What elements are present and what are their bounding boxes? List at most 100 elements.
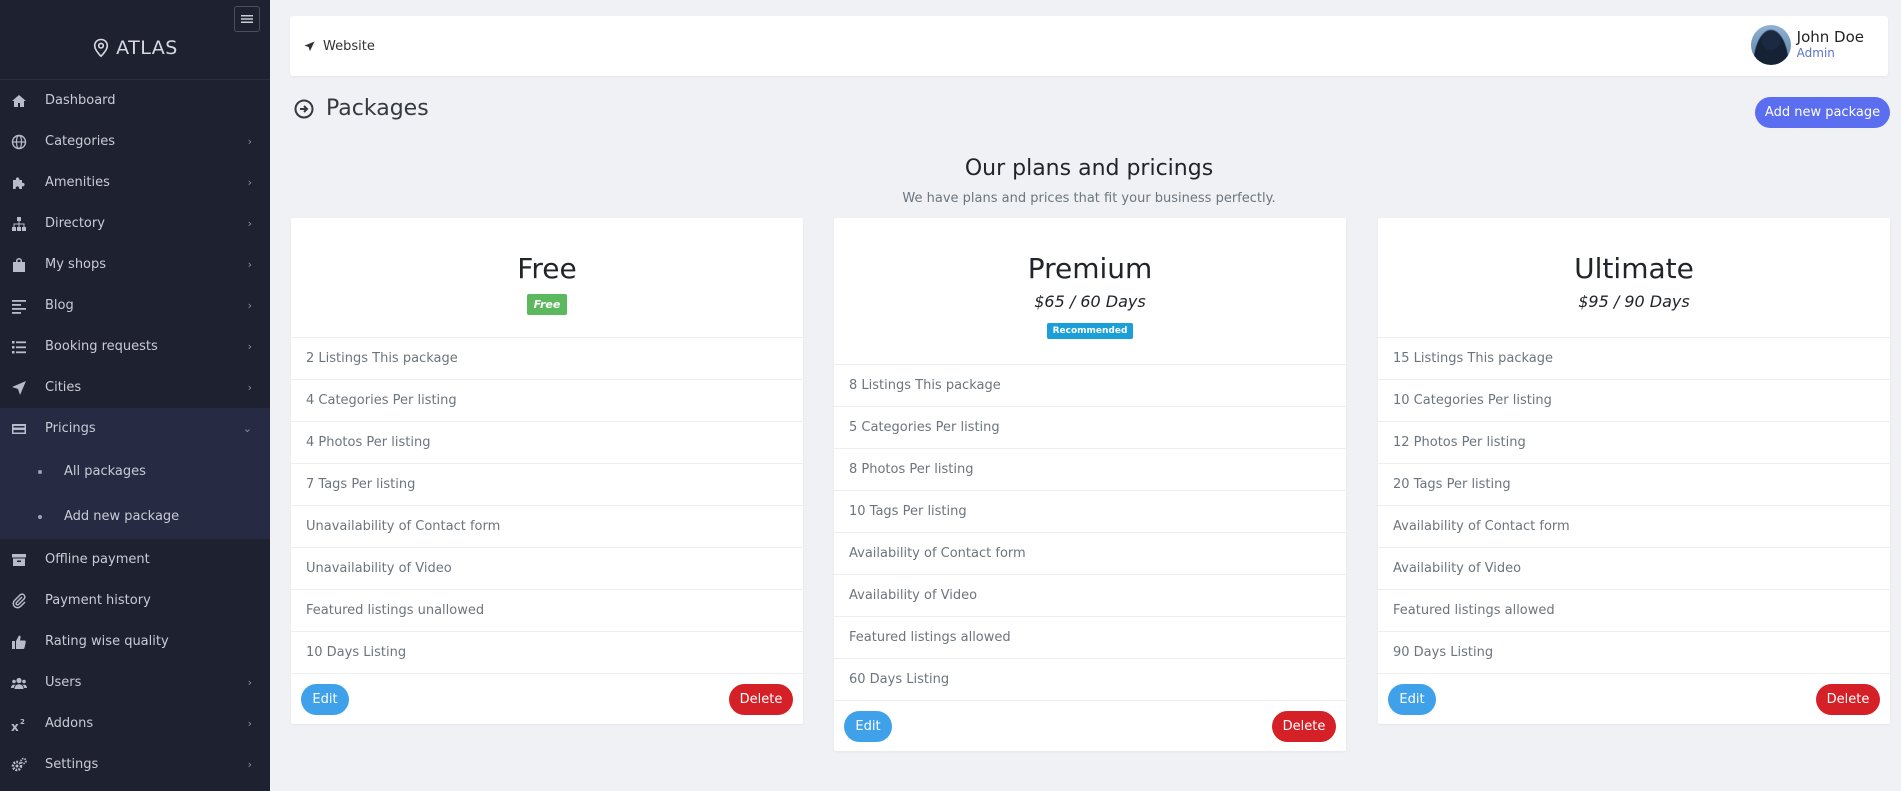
edit-button[interactable]: Edit <box>844 710 892 742</box>
avatar <box>1750 25 1791 65</box>
package-feature: 10 Categories Per listing <box>1378 380 1890 422</box>
edit-button[interactable]: Edit <box>1388 683 1436 715</box>
home-icon <box>10 92 28 110</box>
pricings-submenu: All packages Add new package <box>0 449 270 539</box>
location-arrow-icon <box>10 379 28 397</box>
paperclip-icon <box>10 592 28 610</box>
package-feature: 12 Photos Per listing <box>1378 422 1890 464</box>
package-card-free: Free Free 2 Listings This package 4 Cate… <box>291 218 803 724</box>
chevron-right-icon: › <box>247 676 252 689</box>
sidebar-subitem-all-packages[interactable]: All packages <box>0 449 270 494</box>
delete-button[interactable]: Delete <box>729 683 793 715</box>
delete-button[interactable]: Delete <box>1816 683 1880 715</box>
package-feature: Availability of Video <box>1378 548 1890 590</box>
sidebar-item-label: Addons <box>45 716 94 731</box>
edit-button[interactable]: Edit <box>301 683 349 715</box>
package-card-premium: Premium $65 / 60 Days Recommended 8 List… <box>834 218 1346 751</box>
puzzle-icon <box>10 174 28 192</box>
bullet-icon <box>38 469 42 474</box>
map-pin-icon <box>94 38 109 57</box>
package-feature: 10 Tags Per listing <box>834 491 1346 533</box>
users-icon <box>10 674 28 692</box>
sidebar-item-my-shops[interactable]: My shops › <box>0 244 270 285</box>
sidebar-item-label: Pricings <box>45 421 96 436</box>
sidebar-item-directory[interactable]: Directory › <box>0 203 270 244</box>
package-feature: Featured listings allowed <box>1378 590 1890 632</box>
delete-button[interactable]: Delete <box>1272 710 1336 742</box>
package-feature: Featured listings unallowed <box>291 590 803 632</box>
sidebar-item-label: Payment history <box>45 593 151 608</box>
free-badge: Free <box>526 294 568 315</box>
sidebar-item-booking-requests[interactable]: Booking requests › <box>0 326 270 367</box>
chevron-right-icon: › <box>247 258 252 271</box>
sidebar-subitem-add-new-package[interactable]: Add new package <box>0 494 270 539</box>
sidebar-subitem-label: Add new package <box>64 509 180 524</box>
user-menu[interactable]: John Doe Admin <box>1750 25 1864 65</box>
credit-card-icon <box>10 420 28 438</box>
sidebar-item-categories[interactable]: Categories › <box>0 121 270 162</box>
package-feature: 2 Listings This package <box>291 338 803 380</box>
website-link[interactable]: Website <box>304 39 375 54</box>
package-feature: 15 Listings This package <box>1378 338 1890 380</box>
globe-icon <box>10 133 28 151</box>
user-role: Admin <box>1796 46 1835 60</box>
sidebar-item-settings[interactable]: Settings › <box>0 744 270 785</box>
hamburger-icon <box>241 15 253 23</box>
sidebar-item-label: Blog <box>45 298 74 313</box>
chevron-right-icon: › <box>247 299 252 312</box>
chevron-down-icon: ⌄ <box>242 422 252 435</box>
sidebar-item-blog[interactable]: Blog › <box>0 285 270 326</box>
package-feature: 60 Days Listing <box>834 659 1346 701</box>
arrow-circle-right-icon <box>294 99 314 118</box>
chevron-right-icon: › <box>247 135 252 148</box>
brand-logo[interactable]: ATLAS <box>0 0 270 80</box>
sidebar-item-offline-payment[interactable]: Offline payment <box>0 539 270 580</box>
package-name: Premium <box>1027 252 1153 285</box>
section-title: Our plans and pricings <box>964 156 1214 181</box>
svg-text:2: 2 <box>20 718 25 726</box>
package-feature: 8 Listings This package <box>834 365 1346 407</box>
brand-name: ATLAS <box>116 36 178 59</box>
align-left-icon <box>10 297 28 315</box>
chevron-right-icon: › <box>247 381 252 394</box>
package-feature: 20 Tags Per listing <box>1378 464 1890 506</box>
package-name: Ultimate <box>1574 252 1694 285</box>
sitemap-icon <box>10 215 28 233</box>
sidebar-item-amenities[interactable]: Amenities › <box>0 162 270 203</box>
sidebar-item-users[interactable]: Users › <box>0 662 270 703</box>
sidebar-item-addons[interactable]: x2 Addons › <box>0 703 270 744</box>
package-feature: 4 Categories Per listing <box>291 380 803 422</box>
location-arrow-icon <box>304 40 315 51</box>
package-feature: Availability of Contact form <box>834 533 1346 575</box>
sidebar-item-label: My shops <box>45 257 107 272</box>
package-feature: Availability of Contact form <box>1378 506 1890 548</box>
sidebar-item-pricings[interactable]: Pricings ⌄ <box>0 408 270 449</box>
package-feature: 90 Days Listing <box>1378 632 1890 674</box>
page-title-text: Packages <box>326 96 429 121</box>
package-feature: Unavailability of Contact form <box>291 506 803 548</box>
sidebar-item-label: Cities <box>45 380 82 395</box>
sidebar-item-label: Categories <box>45 134 116 149</box>
recommended-badge: Recommended <box>1046 323 1134 339</box>
sidebar-item-label: Amenities <box>45 175 110 190</box>
package-feature: 8 Photos Per listing <box>834 449 1346 491</box>
top-header: Website John Doe Admin <box>290 16 1888 76</box>
package-price: $95 / 90 Days <box>1578 292 1690 311</box>
chevron-right-icon: › <box>247 217 252 230</box>
sidebar-item-dashboard[interactable]: Dashboard <box>0 80 270 121</box>
package-name: Free <box>517 252 577 285</box>
sidebar-item-label: Dashboard <box>45 93 116 108</box>
add-new-package-button[interactable]: Add new package <box>1755 97 1890 128</box>
sidebar-item-label: Booking requests <box>45 339 158 354</box>
sidebar-item-label: Users <box>45 675 82 690</box>
package-feature: Unavailability of Video <box>291 548 803 590</box>
sidebar-item-payment-history[interactable]: Payment history <box>0 580 270 621</box>
sidebar-item-label: Offline payment <box>45 552 150 567</box>
sidebar-item-rating-wise-quality[interactable]: Rating wise quality <box>0 621 270 662</box>
chevron-right-icon: › <box>247 717 252 730</box>
sidebar-item-cities[interactable]: Cities › <box>0 367 270 408</box>
section-subtitle: We have plans and prices that fit your b… <box>902 191 1276 206</box>
sidebar-subitem-label: All packages <box>64 464 146 479</box>
sidebar-item-label: Directory <box>45 216 105 231</box>
menu-toggle-button[interactable] <box>234 6 260 32</box>
